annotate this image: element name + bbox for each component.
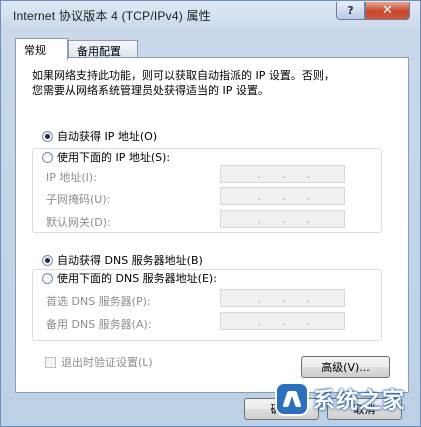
- alternate-dns-label: 备用 DNS 服务器(A):: [46, 318, 152, 331]
- radio-auto-ip-label: 自动获得 IP 地址(O): [57, 130, 158, 143]
- title-bar[interactable]: Internet 协议版本 4 (TCP/IPv4) 属性 ? ✕: [1, 1, 420, 29]
- tab-general[interactable]: 常规: [15, 38, 68, 60]
- watermark-logo-icon: [277, 384, 307, 414]
- radio-auto-ip[interactable]: 自动获得 IP 地址(O): [42, 128, 157, 144]
- radio-manual-ip-indicator[interactable]: [42, 151, 53, 163]
- radio-auto-ip-indicator[interactable]: [42, 130, 53, 142]
- advanced-button[interactable]: 高级(V)...: [301, 356, 390, 378]
- description-line-1: 如果网络支持此功能，则可以获取自动指派的 IP 设置。否则，: [32, 69, 335, 82]
- radio-manual-dns-indicator[interactable]: [42, 272, 53, 284]
- preferred-dns-label: 首选 DNS 服务器(P):: [46, 295, 151, 308]
- radio-auto-dns-label: 自动获得 DNS 服务器地址(B): [57, 254, 203, 267]
- help-icon: ?: [347, 4, 354, 17]
- preferred-dns-field[interactable]: ...: [220, 289, 345, 307]
- watermark-text: 系统之家: [313, 389, 406, 414]
- ip-address-field[interactable]: ...: [220, 165, 345, 183]
- validate-on-exit-checkbox[interactable]: [45, 356, 56, 368]
- description-text: 如果网络支持此功能，则可以获取自动指派的 IP 设置。否则， 您需要从网络系统管…: [32, 68, 392, 98]
- general-tab-panel: 如果网络支持此功能，则可以获取自动指派的 IP 设置。否则， 您需要从网络系统管…: [15, 57, 409, 393]
- radio-manual-dns-label: 使用下面的 DNS 服务器地址(E):: [57, 272, 217, 285]
- close-icon: ✕: [382, 3, 393, 18]
- validate-on-exit-row[interactable]: 退出时验证设置(L): [45, 354, 153, 370]
- alternate-dns-field[interactable]: ...: [220, 312, 345, 330]
- description-line-2: 您需要从网络系统管理员处获得适当的 IP 设置。: [32, 84, 269, 97]
- tcpipv4-properties-dialog: Internet 协议版本 4 (TCP/IPv4) 属性 ? ✕ 常规 备用配…: [0, 0, 421, 427]
- validate-on-exit-label: 退出时验证设置(L): [61, 356, 153, 369]
- watermark: 系统之家: [277, 383, 405, 415]
- subnet-mask-label: 子网掩码(U):: [46, 193, 111, 206]
- window-title: Internet 协议版本 4 (TCP/IPv4) 属性: [13, 9, 211, 23]
- default-gateway-field[interactable]: ...: [220, 210, 345, 228]
- radio-auto-dns[interactable]: 自动获得 DNS 服务器地址(B): [42, 252, 203, 268]
- radio-manual-ip[interactable]: 使用下面的 IP 地址(S):: [42, 149, 174, 165]
- ip-address-label: IP 地址(I):: [46, 171, 97, 184]
- radio-manual-ip-label: 使用下面的 IP 地址(S):: [57, 151, 171, 164]
- radio-auto-dns-indicator[interactable]: [42, 254, 53, 266]
- subnet-mask-field[interactable]: ...: [220, 187, 345, 205]
- close-button[interactable]: ✕: [365, 2, 410, 20]
- help-button[interactable]: ?: [336, 2, 365, 20]
- radio-manual-dns[interactable]: 使用下面的 DNS 服务器地址(E):: [42, 270, 220, 286]
- default-gateway-label: 默认网关(D):: [46, 216, 111, 229]
